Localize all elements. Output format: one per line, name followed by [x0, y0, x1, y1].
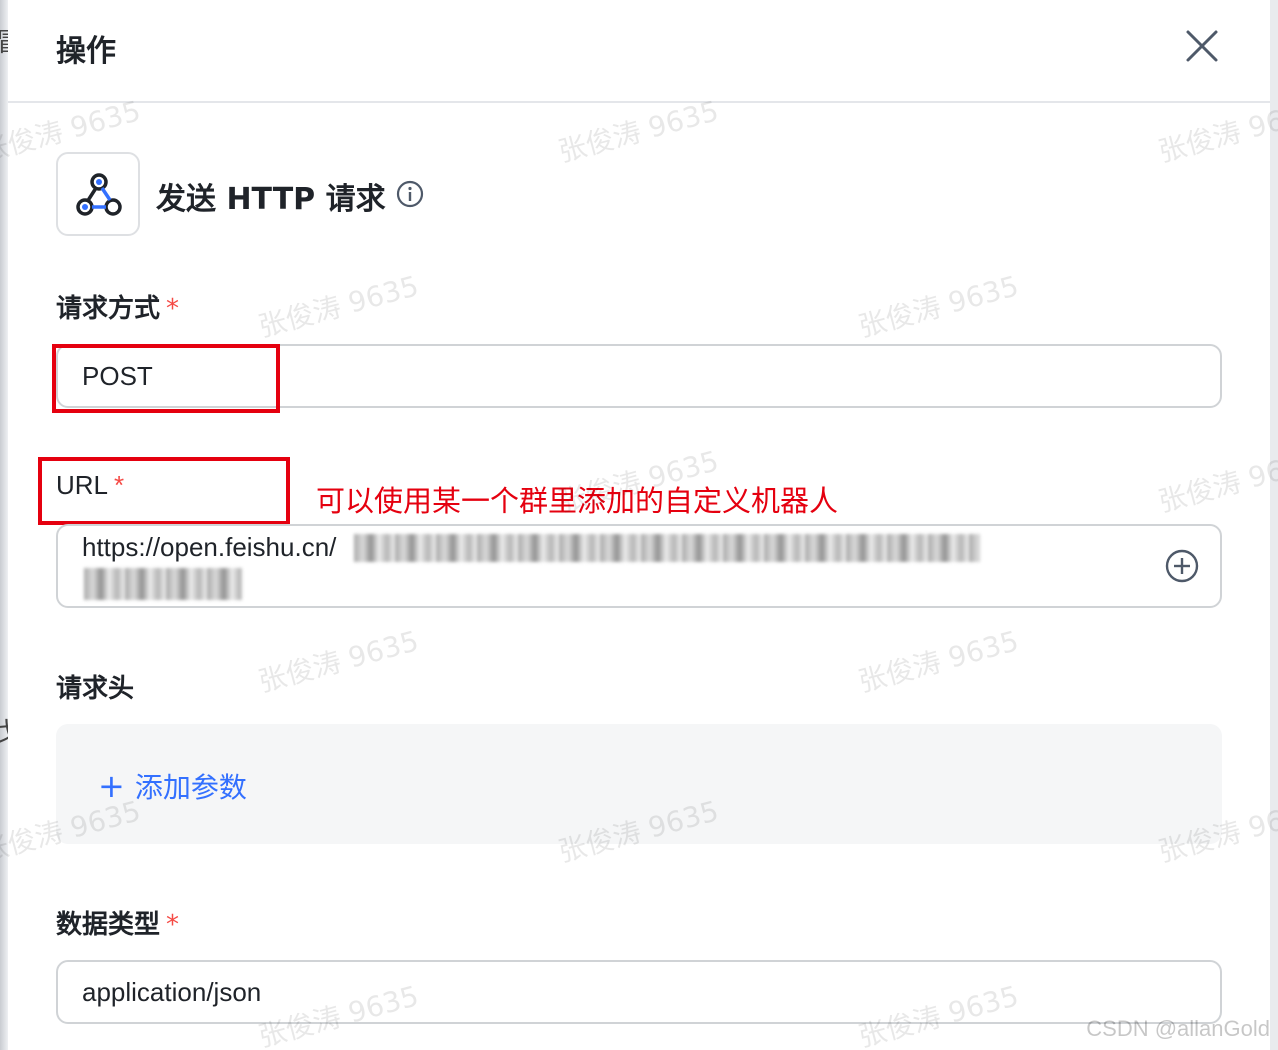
webhook-icon	[76, 173, 122, 216]
url-label: URL *	[56, 470, 124, 501]
watermark: 张俊涛 9635	[854, 624, 1023, 699]
required-mark: *	[114, 470, 125, 500]
method-label: 请求方式 *	[56, 288, 179, 325]
required-mark: *	[166, 294, 180, 324]
add-param-button[interactable]: + 添加参数	[98, 766, 247, 806]
data-type-value: application/json	[82, 977, 262, 1007]
headers-label: 请求头	[56, 668, 134, 705]
info-icon[interactable]	[396, 180, 424, 208]
operation-panel: 操作 发送 HTTP 请求 请求方式 * POST URL * 可以使用某一个群…	[0, 0, 1278, 1050]
add-param-label: 添加参数	[134, 771, 247, 804]
watermark: 张俊涛 9635	[1154, 444, 1278, 519]
insert-variable-icon[interactable]	[1164, 548, 1200, 584]
close-button[interactable]	[1182, 26, 1222, 66]
headers-label-text: 请求头	[56, 674, 135, 704]
headers-params-area: + 添加参数	[56, 724, 1222, 844]
background-window-edge: 冒 戈	[0, 0, 22, 1050]
redacted-url-part	[84, 568, 242, 600]
action-icon-card	[56, 152, 140, 236]
watermark: 张俊涛 9635	[854, 269, 1023, 344]
close-icon	[1186, 30, 1218, 62]
method-value: POST	[82, 361, 153, 391]
redacted-url-part	[354, 534, 980, 562]
watermark: 张俊涛 9635	[254, 269, 423, 344]
panel-header: 操作	[8, 0, 1270, 103]
data-type-label-text: 数据类型	[56, 910, 161, 940]
data-type-field[interactable]: application/json	[56, 960, 1222, 1024]
url-label-text: URL	[56, 470, 109, 500]
background-window-edge-right	[1270, 0, 1278, 1050]
plus-icon: +	[98, 767, 125, 805]
method-label-text: 请求方式	[56, 294, 161, 324]
annotation-text: 可以使用某一个群里添加的自定义机器人	[316, 484, 839, 518]
required-mark: *	[166, 910, 180, 940]
url-field[interactable]: https://open.feishu.cn/	[56, 524, 1222, 608]
panel-title: 操作	[56, 34, 116, 69]
method-field[interactable]: POST	[56, 344, 1222, 408]
watermark: 张俊涛 9635	[254, 624, 423, 699]
data-type-label: 数据类型 *	[56, 904, 179, 941]
source-credit: CSDN @allanGold	[1086, 1016, 1270, 1041]
url-value: https://open.feishu.cn/	[82, 532, 337, 562]
action-title: 发送 HTTP 请求	[156, 182, 386, 217]
